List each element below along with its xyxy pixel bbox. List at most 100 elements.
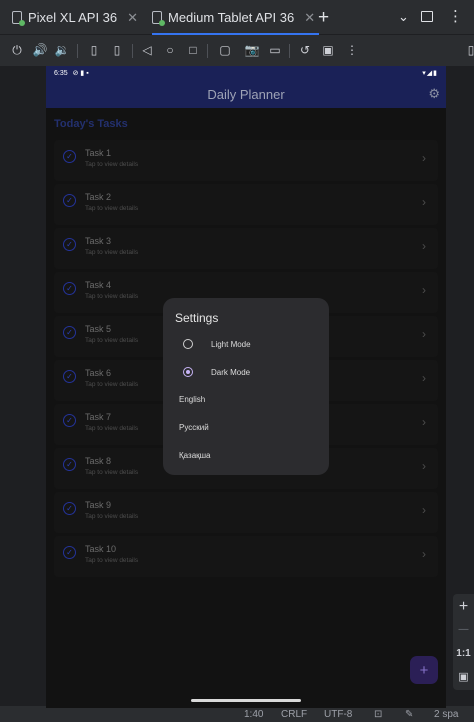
task-subtitle: Tap to view details <box>85 249 139 256</box>
check-circle-icon[interactable]: ✓ <box>63 150 76 163</box>
chevron-down-icon[interactable]: ⌄ <box>398 9 409 25</box>
zoom-in-icon[interactable]: + <box>453 598 474 616</box>
task-name: Task 3 <box>85 236 112 246</box>
window-layout-icon[interactable] <box>421 11 433 22</box>
task-name: Task 8 <box>85 456 112 466</box>
task-name: Task 9 <box>85 500 112 510</box>
file-encoding[interactable]: UTF-8 <box>324 709 352 720</box>
cursor-position[interactable]: 1:40 <box>244 709 263 720</box>
tab-bar: Pixel XL API 36 ✕ Medium Tablet API 36 ✕… <box>0 0 474 35</box>
task-item[interactable]: ✓ Task 2 Tap to view details › <box>54 184 438 225</box>
task-name: Task 6 <box>85 368 112 378</box>
task-subtitle: Tap to view details <box>85 205 139 212</box>
check-circle-icon[interactable]: ✓ <box>63 194 76 207</box>
lock-icon[interactable]: ⊡ <box>374 709 382 720</box>
extended-controls-icon[interactable]: ▯ <box>462 41 474 59</box>
rotate-left-icon[interactable]: ▯ <box>85 41 103 59</box>
check-circle-icon[interactable]: ✓ <box>63 546 76 559</box>
task-name: Task 4 <box>85 280 112 290</box>
status-right-icons: ▾◢▮ <box>422 70 438 77</box>
language-russian[interactable]: Русский <box>179 423 209 432</box>
task-subtitle: Tap to view details <box>85 513 139 520</box>
task-name: Task 1 <box>85 148 112 158</box>
chevron-right-icon: › <box>422 151 426 165</box>
language-english[interactable]: English <box>179 395 205 404</box>
check-circle-icon[interactable]: ✓ <box>63 238 76 251</box>
tab-label: Pixel XL API 36 <box>28 10 118 25</box>
task-subtitle: Tap to view details <box>85 425 139 432</box>
check-circle-icon[interactable]: ✓ <box>63 502 76 515</box>
edit-icon[interactable]: ✎ <box>405 709 413 720</box>
dark-mode-option[interactable]: Dark Mode <box>183 364 250 380</box>
close-icon[interactable]: ✕ <box>304 10 315 26</box>
screenshot-icon[interactable]: 📷 <box>243 41 261 59</box>
fold-icon[interactable]: ▢ <box>216 41 234 59</box>
chevron-right-icon: › <box>422 459 426 473</box>
ide-status-bar: 1:40 CRLF UTF-8 ⊡ ✎ 2 spa <box>0 708 474 722</box>
tab-label: Medium Tablet API 36 <box>168 10 295 25</box>
task-subtitle: Tap to view details <box>85 337 139 344</box>
record-icon[interactable]: ▭ <box>266 41 284 59</box>
zoom-ratio-button[interactable]: 1:1 <box>453 648 474 659</box>
zoom-out-icon[interactable]: — <box>453 624 474 635</box>
task-name: Task 5 <box>85 324 112 334</box>
back-icon[interactable]: ◁ <box>138 41 156 59</box>
task-subtitle: Tap to view details <box>85 161 139 168</box>
volume-up-icon[interactable]: 🔊 <box>31 41 49 59</box>
chevron-right-icon: › <box>422 415 426 429</box>
home-icon[interactable]: ○ <box>161 41 179 59</box>
task-name: Task 10 <box>85 544 117 554</box>
app-title: Daily Planner <box>207 86 285 102</box>
radio-button-selected[interactable] <box>183 367 193 377</box>
check-circle-icon[interactable]: ✓ <box>63 458 76 471</box>
power-icon[interactable]: ⏻ <box>8 41 26 59</box>
rotate-right-icon[interactable]: ▯ <box>108 41 126 59</box>
device-icon <box>152 11 165 26</box>
device-status-bar: 6:35 ⊘ ▮ ▪ ▾◢▮ <box>46 66 446 80</box>
chevron-right-icon: › <box>422 283 426 297</box>
line-separator[interactable]: CRLF <box>281 709 307 720</box>
add-tab-icon[interactable]: + <box>318 7 329 29</box>
indent-setting[interactable]: 2 spa <box>434 709 458 720</box>
emulator-toolbar: ⏻ 🔊 🔉 ▯ ▯ ◁ ○ □ ▢ 📷 ▭ ↺ ▣ ⋮ ▯ <box>0 36 474 66</box>
task-subtitle: Tap to view details <box>85 381 139 388</box>
task-subtitle: Tap to view details <box>85 469 139 476</box>
settings-dialog: Settings Light Mode Dark Mode English Ру… <box>163 298 329 475</box>
option-label: Dark Mode <box>211 367 251 377</box>
task-item[interactable]: ✓ Task 3 Tap to view details › <box>54 228 438 269</box>
language-kazakh[interactable]: Қазақша <box>179 451 211 460</box>
volume-down-icon[interactable]: 🔉 <box>53 41 71 59</box>
tab-pixel-xl[interactable]: Pixel XL API 36 ✕ <box>12 0 138 35</box>
task-item[interactable]: ✓ Task 10 Tap to view details › <box>54 536 438 577</box>
close-icon[interactable]: ✕ <box>127 10 138 26</box>
task-item[interactable]: ✓ Task 9 Tap to view details › <box>54 492 438 533</box>
option-label: Light Mode <box>211 339 251 349</box>
check-circle-icon[interactable]: ✓ <box>63 282 76 295</box>
check-circle-icon[interactable]: ✓ <box>63 414 76 427</box>
task-item[interactable]: ✓ Task 1 Tap to view details › <box>54 140 438 181</box>
device-icon <box>12 11 25 26</box>
check-circle-icon[interactable]: ✓ <box>63 370 76 383</box>
more-icon[interactable]: ⋮ <box>343 41 361 59</box>
add-task-button[interactable]: + <box>410 656 438 684</box>
dialog-title: Settings <box>175 311 219 325</box>
home-indicator[interactable] <box>191 699 301 702</box>
chevron-right-icon: › <box>422 547 426 561</box>
snapshot-icon[interactable]: ▣ <box>319 41 337 59</box>
overview-icon[interactable]: □ <box>184 41 202 59</box>
gear-icon[interactable]: ⚙ <box>428 86 440 102</box>
task-name: Task 7 <box>85 412 112 422</box>
light-mode-option[interactable]: Light Mode <box>183 336 251 352</box>
chevron-right-icon: › <box>422 239 426 253</box>
status-time: 6:35 <box>54 69 68 77</box>
check-circle-icon[interactable]: ✓ <box>63 326 76 339</box>
reset-icon[interactable]: ↺ <box>296 41 314 59</box>
fit-screen-icon[interactable]: ▣ <box>453 670 474 683</box>
radio-button[interactable] <box>183 339 193 349</box>
app-bar: Daily Planner ⚙ <box>46 80 446 108</box>
task-name: Task 2 <box>85 192 112 202</box>
zoom-panel: + — 1:1 ▣ <box>453 594 474 690</box>
more-vertical-icon[interactable]: ⋮ <box>448 7 463 25</box>
task-subtitle: Tap to view details <box>85 557 139 564</box>
tab-medium-tablet[interactable]: Medium Tablet API 36 ✕ <box>152 0 320 35</box>
